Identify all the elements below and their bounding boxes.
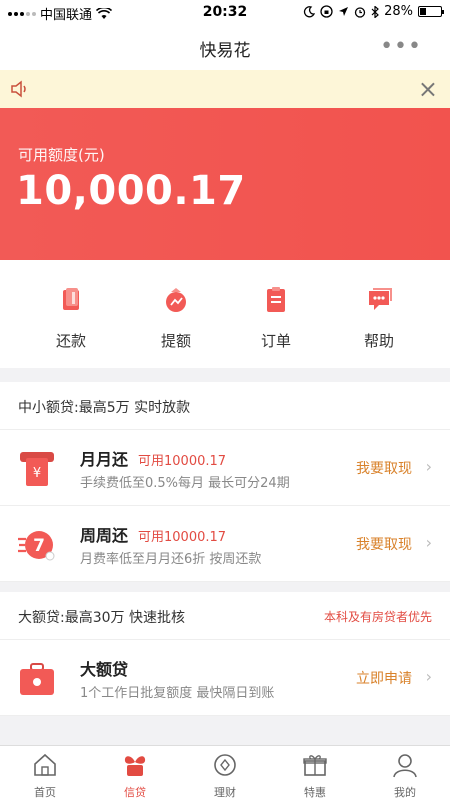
quick-action-label: 提额	[160, 332, 191, 350]
loan-available: 可用10000.17	[138, 530, 227, 545]
profile-icon	[393, 754, 417, 778]
quick-action-raise-limit[interactable]: 提额	[126, 286, 226, 351]
lock-rotation-icon	[320, 5, 333, 18]
credit-panel: 可用额度(元) 10,000.17	[0, 108, 450, 260]
quick-actions: 还款 提额 订单 帮助	[0, 260, 450, 368]
quick-action-label: 帮助	[363, 332, 394, 350]
tab-finance[interactable]: 理财	[180, 752, 270, 800]
section-title: 中小额贷:最高5万 实时放款	[18, 400, 191, 416]
tab-profile[interactable]: 我的	[360, 752, 450, 800]
order-icon	[267, 287, 285, 312]
chevron-right-icon: ›	[425, 533, 432, 552]
tab-credit[interactable]: 信贷	[90, 752, 180, 800]
status-bar: 中国联通 20:32 28%	[0, 0, 450, 24]
moon-icon	[304, 5, 316, 17]
loan-desc: 月费率低至月月还6折 按周还款	[80, 552, 262, 567]
quick-action-label: 还款	[55, 332, 86, 350]
loan-name: 月月还	[80, 450, 129, 469]
priority-tag: 本科及有房贷者优先	[323, 610, 432, 624]
withdraw-button[interactable]: 我要取现	[356, 534, 412, 554]
credit-plant-icon	[124, 756, 146, 776]
notice-close-button[interactable]: ×	[418, 77, 438, 101]
loan-available: 可用10000.17	[138, 454, 227, 469]
chevron-right-icon: ›	[425, 667, 432, 686]
tab-bar: 首页 信贷 理财 特惠 我的	[0, 745, 450, 800]
raise-limit-icon	[166, 288, 186, 312]
tab-label: 我的	[394, 786, 416, 799]
quick-action-help[interactable]: 帮助	[329, 286, 429, 351]
tab-label: 信贷	[124, 786, 146, 799]
credit-amount: 10,000.17	[16, 168, 246, 214]
svg-text:¥: ¥	[33, 466, 41, 481]
apply-button[interactable]: 立即申请	[356, 668, 412, 688]
alarm-icon	[354, 6, 366, 18]
battery-percent: 28%	[384, 4, 413, 19]
credit-label: 可用额度(元)	[18, 146, 105, 164]
weekly-repay-icon: 7	[18, 531, 55, 561]
location-icon	[339, 7, 349, 16]
loan-item-monthly[interactable]: ¥ 月月还 可用10000.17 手续费低至0.5%每月 最长可分24期 我要取…	[0, 430, 450, 506]
small-loan-header: 中小额贷:最高5万 实时放款	[0, 382, 450, 430]
finance-icon	[214, 754, 236, 776]
tab-deals[interactable]: 特惠	[270, 752, 360, 800]
section-title: 大额贷:最高30万 快速批核	[18, 610, 185, 626]
repay-icon	[63, 288, 79, 310]
quick-action-repay[interactable]: 还款	[21, 286, 121, 351]
notice-banner: ×	[0, 70, 450, 108]
tab-label: 首页	[34, 786, 56, 799]
speaker-icon	[11, 80, 26, 98]
nav-bar: 快易花 •••	[0, 24, 450, 70]
loan-desc: 1个工作日批复额度 最快隔日到账	[80, 686, 275, 701]
briefcase-icon	[20, 663, 54, 695]
more-menu-button[interactable]: •••	[380, 34, 422, 59]
big-loan-header: 大额贷:最高30万 快速批核 本科及有房贷者优先	[0, 592, 450, 640]
status-right: 28%	[303, 4, 444, 19]
tab-home[interactable]: 首页	[0, 752, 90, 800]
monthly-repay-icon: ¥	[20, 452, 54, 486]
gift-icon	[303, 755, 327, 776]
chevron-right-icon: ›	[425, 457, 432, 476]
loan-item-weekly[interactable]: 7 周周还 可用10000.17 月费率低至月月还6折 按周还款 我要取现 ›	[0, 506, 450, 582]
battery-icon	[418, 6, 444, 17]
home-icon	[34, 753, 56, 776]
loan-name: 大额贷	[80, 660, 129, 679]
bluetooth-icon	[371, 5, 379, 18]
withdraw-button[interactable]: 我要取现	[356, 458, 412, 478]
loan-desc: 手续费低至0.5%每月 最长可分24期	[80, 476, 290, 491]
loan-name: 周周还	[80, 526, 129, 545]
quick-action-order[interactable]: 订单	[226, 286, 326, 351]
help-icon	[369, 288, 392, 310]
quick-action-label: 订单	[260, 332, 291, 350]
tab-label: 理财	[214, 786, 236, 799]
loan-item-big[interactable]: 大额贷 1个工作日批复额度 最快隔日到账 立即申请 ›	[0, 640, 450, 716]
tab-label: 特惠	[304, 786, 326, 799]
svg-text:7: 7	[33, 536, 45, 556]
